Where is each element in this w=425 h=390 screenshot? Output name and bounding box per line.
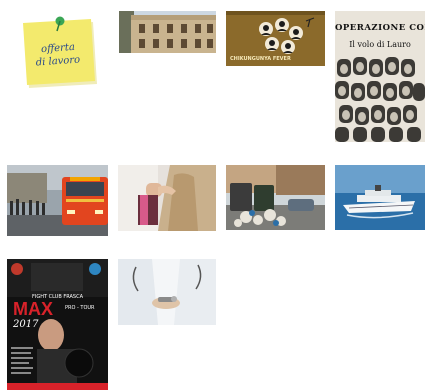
thumb-chikungunya-poster[interactable]: CHIKUNGUNYA FEVER xyxy=(226,11,325,66)
fight-headline: MAX xyxy=(13,299,53,319)
cruise-ship-image xyxy=(335,165,425,230)
thumb-condor-cover[interactable]: OPERAZIONE CONDOR Il volo di Lauro xyxy=(335,11,425,142)
garbage-street-image xyxy=(226,165,325,230)
chikungunya-caption: CHIKUNGUNYA FEVER xyxy=(230,56,291,62)
thumb-cruise-ship[interactable] xyxy=(335,165,425,230)
thumb-job-offer-note[interactable]: offerta di lavoro xyxy=(13,11,103,89)
thumb-bus[interactable] xyxy=(7,165,108,236)
harassment-scene-image xyxy=(118,165,216,231)
building-image xyxy=(119,11,216,53)
thumb-harassment-scene[interactable] xyxy=(118,165,216,231)
fight-year: 2017 xyxy=(13,319,39,330)
thumb-building[interactable] xyxy=(119,11,216,53)
thumb-garbage-street[interactable] xyxy=(226,165,325,230)
fight-tour: PRO - TOUR xyxy=(65,305,95,311)
bus-image xyxy=(7,165,108,236)
condor-subtitle: Il volo di Lauro xyxy=(349,40,411,49)
condor-title: OPERAZIONE CONDOR xyxy=(335,23,425,33)
doctors-image xyxy=(118,259,216,325)
image-gallery: offerta di lavoro CHIKUNGUNYA FEVER OPER… xyxy=(0,0,425,390)
thumb-doctors[interactable] xyxy=(118,259,216,325)
thumb-fight-club-poster[interactable]: FIGHT CLUB FRASCA MAX PRO - TOUR 2017 xyxy=(7,259,108,390)
